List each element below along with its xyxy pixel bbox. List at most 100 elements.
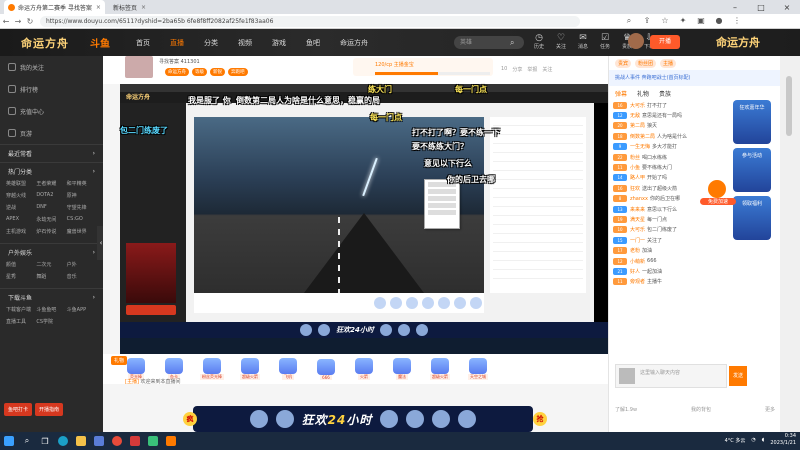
- category-link[interactable]: 英雄联盟: [6, 180, 36, 187]
- maximize-icon[interactable]: □: [748, 0, 774, 14]
- free-boost-button[interactable]: 免费加速: [700, 176, 736, 208]
- category-link[interactable]: 星秀: [6, 273, 36, 280]
- chat-username[interactable]: 旁观者: [630, 278, 645, 285]
- zoom-icon[interactable]: ⌕: [620, 16, 638, 26]
- report-button[interactable]: 举报: [527, 66, 537, 73]
- anchor-avatar[interactable]: [125, 56, 153, 78]
- sidebar-item-follow[interactable]: 我的关注: [0, 56, 103, 78]
- game-logo[interactable]: 命运方舟: [0, 29, 90, 56]
- chat-username[interactable]: 小鱼: [630, 164, 640, 171]
- chat-username[interactable]: 第二局: [630, 122, 645, 129]
- clock[interactable]: 0:34 2023/1/21: [770, 433, 796, 447]
- url-field[interactable]: https://www.douyu.com/6511?dyshid=2ba65b…: [40, 15, 580, 27]
- sidebar-item-webgame[interactable]: 页游: [0, 122, 103, 144]
- gift-item[interactable]: 飞机: [275, 358, 301, 380]
- nav-item-live[interactable]: 直播: [170, 38, 184, 48]
- category-link[interactable]: 永劫无间: [36, 216, 66, 223]
- download-link[interactable]: 斗鱼APP: [67, 306, 97, 313]
- category-link[interactable]: 颜值: [6, 261, 36, 268]
- windows-start-icon[interactable]: [0, 432, 18, 450]
- gift-item[interactable]: 超级火箭: [427, 358, 453, 380]
- live-guide-button[interactable]: 开播指南: [35, 403, 64, 416]
- panel-tag[interactable]: 贵宾: [615, 58, 632, 68]
- app-icon[interactable]: [126, 432, 144, 450]
- chat-username[interactable]: 满天星: [630, 216, 645, 223]
- nav-item-video[interactable]: 视频: [238, 38, 252, 48]
- video-player[interactable]: 命运方舟 狂欢24小时: [120, 84, 608, 354]
- nav-item-lost-ark[interactable]: 命运方舟: [340, 38, 368, 48]
- download-link[interactable]: CS学院: [36, 318, 66, 325]
- anchor-tag[interactable]: 命运方舟: [165, 68, 189, 76]
- category-link[interactable]: 逆战: [6, 204, 36, 211]
- category-link[interactable]: 户外: [67, 261, 97, 268]
- sidebar-section-outdoor[interactable]: 户外娱乐 ›: [0, 243, 103, 261]
- yuba-checkin-button[interactable]: 鱼吧打卡: [4, 403, 33, 416]
- gift-item[interactable]: 天空之城: [465, 358, 491, 380]
- chat-username[interactable]: 老粉: [630, 247, 640, 254]
- category-link[interactable]: APEX: [6, 216, 36, 223]
- chat-username[interactable]: 大可乐: [630, 102, 645, 109]
- sidebar-item-recharge[interactable]: 充值中心: [0, 100, 103, 122]
- douyu-logo[interactable]: 斗鱼: [90, 35, 124, 50]
- history-button[interactable]: ◷ 历史: [528, 33, 550, 50]
- anchor-tag[interactable]: 奔跑吧: [228, 68, 248, 76]
- event-notice[interactable]: 挑战人事件 奔跑吧战士(首页标配): [609, 70, 780, 86]
- category-link[interactable]: 穿越火线: [6, 192, 36, 199]
- scrollbar-thumb[interactable]: [786, 76, 792, 136]
- chat-username[interactable]: 好人: [630, 268, 640, 275]
- message-button[interactable]: ✉ 消息: [572, 33, 594, 50]
- ad-carnival[interactable]: 狂欢嘉年华: [733, 100, 771, 144]
- category-link[interactable]: 魔兽世界: [67, 228, 97, 235]
- share-icon[interactable]: ⇪: [638, 16, 656, 26]
- category-link[interactable]: CS:GO: [67, 216, 97, 223]
- follow-button[interactable]: ♡ 关注: [550, 33, 572, 50]
- tab-nobility[interactable]: 贵族: [659, 89, 671, 98]
- chat-username[interactable]: 一门一: [630, 237, 645, 244]
- nav-item-category[interactable]: 分类: [204, 38, 218, 48]
- panel-tag[interactable]: 主播: [660, 58, 677, 68]
- menu-icon[interactable]: ⋮: [728, 16, 746, 26]
- weather-widget[interactable]: 4°C 多云: [725, 437, 746, 444]
- event-corner-right[interactable]: 抢: [533, 412, 547, 426]
- edge-icon[interactable]: [54, 432, 72, 450]
- category-link[interactable]: DNF: [36, 204, 66, 211]
- browser-tab-inactive[interactable]: 新标签页 ×: [109, 0, 150, 14]
- start-live-button[interactable]: 开播: [650, 35, 680, 49]
- split-icon[interactable]: ▣: [692, 16, 710, 26]
- close-window-icon[interactable]: ×: [774, 0, 800, 14]
- folder-icon[interactable]: [72, 432, 90, 450]
- nav-item-home[interactable]: 首页: [136, 38, 150, 48]
- tab-gifts[interactable]: 礼物: [637, 89, 649, 98]
- user-avatar[interactable]: [628, 33, 644, 49]
- event-corner-left[interactable]: 疯: [183, 412, 197, 426]
- chrome-icon[interactable]: [108, 432, 126, 450]
- chat-username[interactable]: 路人甲: [630, 174, 645, 181]
- sidebar-item-rank[interactable]: 排行榜: [0, 78, 103, 100]
- star-icon[interactable]: ☆: [656, 16, 674, 26]
- share-button[interactable]: 分享: [512, 66, 522, 73]
- gift-item[interactable]: 超级火箭: [237, 358, 263, 380]
- category-link[interactable]: 守望先锋: [67, 204, 97, 211]
- browser-tab-active[interactable]: 命运方舟第二赛季 寻找答案 ×: [4, 0, 105, 14]
- reload-icon[interactable]: ↻: [24, 17, 36, 26]
- gift-item[interactable]: 魔法: [389, 358, 415, 380]
- tab-danmaku[interactable]: 弹幕: [615, 89, 627, 98]
- chat-username[interactable]: 一生无悔: [630, 143, 650, 150]
- category-link[interactable]: 和平精英: [67, 180, 97, 187]
- category-link[interactable]: 原神: [67, 192, 97, 199]
- category-link[interactable]: 王者荣耀: [36, 180, 66, 187]
- download-link[interactable]: 下载客户端: [6, 306, 36, 313]
- chat-username[interactable]: 小萌新: [630, 258, 645, 265]
- sidebar-section-recent[interactable]: 最近常看 ›: [0, 144, 103, 162]
- chat-username[interactable]: 大可乐: [630, 226, 645, 233]
- close-tab-icon[interactable]: ×: [96, 4, 101, 11]
- follow-button[interactable]: 关注: [542, 66, 552, 73]
- nav-item-game[interactable]: 游戏: [272, 38, 286, 48]
- close-tab-icon[interactable]: ×: [141, 4, 146, 11]
- chat-username[interactable]: 倒数第二局: [630, 133, 655, 140]
- search-icon[interactable]: ⌕: [510, 38, 514, 48]
- ad-welfare[interactable]: 领取福利: [733, 196, 771, 240]
- send-button[interactable]: 发送: [729, 366, 747, 386]
- category-link[interactable]: 炉石传说: [36, 228, 66, 235]
- extension-icon[interactable]: ✦: [674, 16, 692, 26]
